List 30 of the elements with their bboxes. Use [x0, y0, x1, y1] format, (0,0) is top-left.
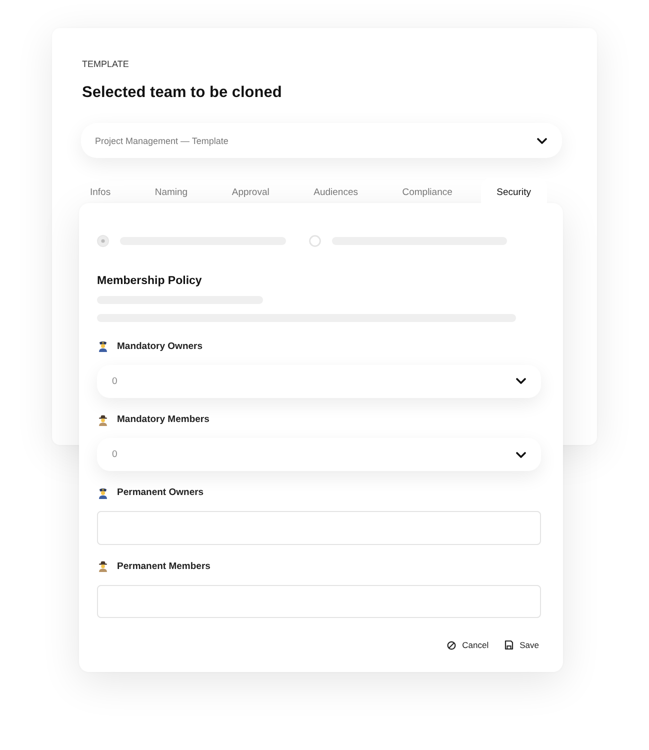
radio-button[interactable] — [309, 235, 321, 247]
detective-icon — [98, 561, 108, 572]
section-label: TEMPLATE — [82, 59, 130, 70]
dropdown-field[interactable]: 0 — [97, 364, 541, 398]
input-field[interactable] — [97, 584, 541, 618]
chevron-down-icon — [516, 378, 526, 384]
tab[interactable]: Naming — [138, 178, 204, 203]
input-field[interactable] — [97, 511, 541, 545]
detective-icon — [98, 414, 108, 426]
tab[interactable]: Compliance — [386, 178, 468, 203]
card-title: Selected team to be cloned — [82, 83, 283, 102]
chevron-down-icon — [516, 452, 526, 458]
template-dropdown[interactable]: Project Management — Template — [81, 123, 562, 158]
tab[interactable]: Infos — [74, 178, 127, 203]
cancel-button[interactable]: Cancel — [447, 638, 489, 652]
field-label: Mandatory Owners — [117, 340, 203, 353]
cancel-icon — [447, 640, 456, 650]
tab[interactable]: Approval — [216, 178, 286, 203]
chevron-down-icon — [537, 138, 547, 144]
field-label: Permanent Owners — [117, 487, 204, 500]
dropdown-field[interactable]: 0 — [97, 438, 541, 472]
save-icon — [504, 640, 514, 650]
field-label: Mandatory Members — [117, 414, 210, 426]
field-label: Permanent Members — [117, 560, 210, 573]
tab[interactable]: Audiences — [298, 178, 374, 203]
section-title: Membership Policy — [97, 274, 203, 288]
radio-button[interactable] — [97, 235, 109, 247]
police-officer-icon — [98, 341, 108, 352]
save-button[interactable]: Save — [504, 638, 539, 652]
police-officer-icon — [98, 488, 108, 499]
